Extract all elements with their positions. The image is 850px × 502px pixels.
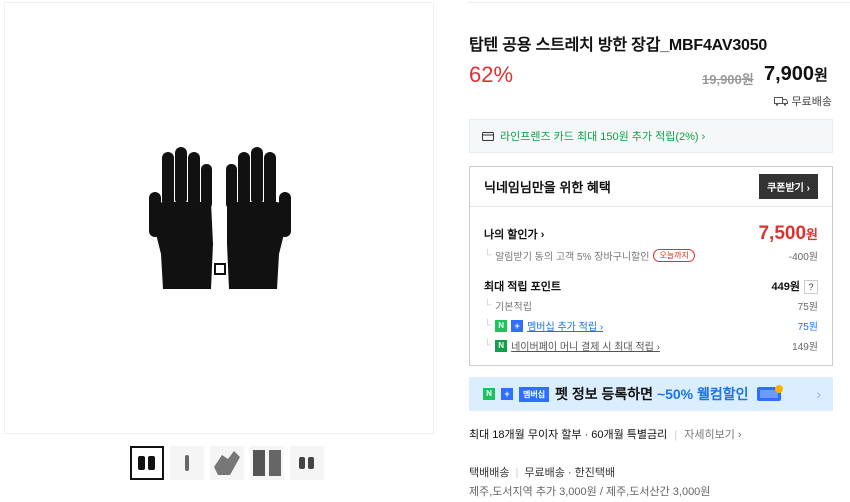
npay-points-value: 149원 <box>792 342 818 353</box>
pet-banner-arrow: › <box>816 386 821 402</box>
pet-promo-banner[interactable]: N + 멤버십 펫 정보 등록하면 ~50% 웰컴할인 › <box>469 377 833 411</box>
alarm-label: 알림받기 동의 고객 5% 장바구니할인 <box>495 252 650 263</box>
delivery-info: 택배배송 | 무료배송 · 한진택배 <box>469 467 616 479</box>
shipping-info: 무료배송 <box>773 93 832 109</box>
thumbnail-1[interactable] <box>130 446 164 480</box>
points-label: 최대 적립 포인트 <box>484 281 561 293</box>
top-divider-left <box>4 2 434 3</box>
truck-icon <box>773 97 788 106</box>
coupon-button[interactable]: 쿠폰받기 › <box>759 174 818 199</box>
thumbnail-strip <box>130 446 324 480</box>
installment-text: 최대 18개월 무이자 할부 · 60개월 특별금리 <box>469 429 668 441</box>
my-price-row: 나의 할인가 › 7,500원 <box>484 223 818 245</box>
card-benefit-text: 라인프렌즈 카드 최대 150원 추가 적립(2%) › <box>500 131 706 143</box>
benefit-box: 닉네임님만을 위한 혜택 쿠폰받기 › 나의 할인가 › 7,500원 └ 알림받… <box>469 166 833 366</box>
basic-points-value: 75원 <box>797 302 818 313</box>
top-divider-right <box>468 2 850 3</box>
today-badge: 오늘까지 <box>653 249 695 262</box>
membership-badge: 멤버십 <box>519 386 550 402</box>
npay-icon: N <box>495 339 508 352</box>
shipping-label: 무료배송 <box>791 96 832 108</box>
naver-n-icon: N <box>483 388 495 400</box>
alarm-discount-row: └ 알림받기 동의 고객 5% 장바구니할인 오늘까지 -400원 <box>484 249 818 263</box>
plus-icon: + <box>511 319 524 332</box>
npay-link[interactable]: 네이버페이 머니 결제 시 최대 적립 › <box>511 338 660 353</box>
original-price: 19,900원 <box>702 72 754 87</box>
points-value: 449원 <box>771 281 800 293</box>
main-product-image[interactable] <box>4 4 434 434</box>
membership-link[interactable]: 멤버십 추가 적립 › <box>527 318 603 333</box>
delivery-fee: 무료배송 <box>524 467 565 479</box>
alarm-value: -400원 <box>788 252 818 263</box>
pet-promo-text: 펫 정보 등록하면 ~50% 웰컴할인 <box>555 386 749 402</box>
benefit-title: 닉네임님만을 위한 혜택 <box>484 180 611 195</box>
my-price-label[interactable]: 나의 할인가 › <box>484 226 544 242</box>
npay-points-row: └ N 네이버페이 머니 결제 시 최대 적립 › 149원 <box>484 338 818 353</box>
thumbnail-4[interactable] <box>250 446 284 480</box>
membership-points-value: 75원 <box>797 322 818 333</box>
help-icon[interactable]: ? <box>804 280 818 294</box>
sale-price-number: 7,900 <box>764 63 815 85</box>
naver-n-icon: N <box>495 319 508 332</box>
installment-more-link[interactable]: 자세히보기 › <box>684 429 741 441</box>
basic-points-label: 기본적립 <box>495 302 532 313</box>
thumbnail-5[interactable] <box>290 446 324 480</box>
basic-points-row: └ 기본적립 75원 <box>484 300 818 313</box>
glove-image <box>145 144 295 294</box>
benefit-header: 닉네임님만을 위한 혜택 쿠폰받기 › <box>470 167 832 207</box>
card-benefit-banner[interactable]: 라인프렌즈 카드 최대 150원 추가 적립(2%) › <box>469 119 833 153</box>
sale-price-unit: 원 <box>814 67 828 84</box>
points-row: 최대 적립 포인트 449원? <box>484 277 818 295</box>
delivery-carrier: · 한진택배 <box>567 467 616 479</box>
credit-card-icon <box>482 131 494 141</box>
product-title: 탑텐 공용 스트레치 방한 장갑_MBF4AV3050 <box>469 37 768 54</box>
thumbnail-2[interactable] <box>170 446 204 480</box>
my-price-value: 7,500원 <box>758 223 818 244</box>
sale-price: 7,900원 <box>764 63 828 86</box>
thumbnail-3[interactable] <box>210 446 244 480</box>
delivery-method: 택배배송 <box>469 467 510 479</box>
delivery-extra-fee: 제주,도서지역 추가 3,000원 / 제주,도서산간 3,000원 <box>469 486 711 498</box>
membership-points-row: └ N + 멤버십 추가 적립 › 75원 <box>484 318 818 333</box>
discount-rate: 62% <box>469 62 514 87</box>
coupon-icon <box>756 385 783 401</box>
installment-info: 최대 18개월 무이자 할부 · 60개월 특별금리 | 자세히보기 › <box>469 429 742 441</box>
plus-icon: + <box>501 388 513 400</box>
glove-icon <box>149 147 291 289</box>
